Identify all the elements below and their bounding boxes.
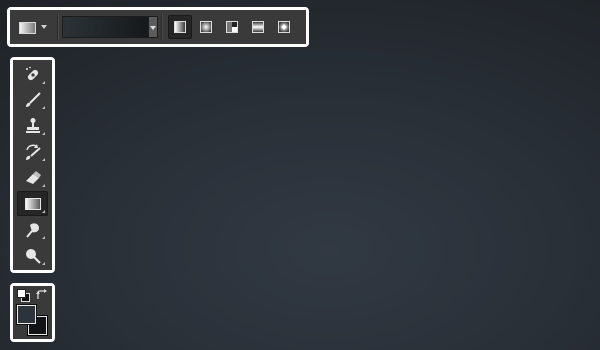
gradient-icon xyxy=(25,198,41,210)
tool-preset-picker[interactable] xyxy=(14,15,52,39)
eraser-icon xyxy=(26,171,41,184)
blur-icon xyxy=(26,223,39,238)
separator xyxy=(57,14,58,40)
submenu-indicator xyxy=(42,158,45,161)
options-bar xyxy=(10,10,306,44)
dodge-tool[interactable] xyxy=(17,243,48,268)
default-colors-icon[interactable] xyxy=(17,289,30,302)
clone-stamp-tool[interactable] xyxy=(17,113,48,138)
linear-gradient-button[interactable] xyxy=(168,15,192,39)
submenu-indicator xyxy=(42,236,45,239)
reflected-gradient-icon xyxy=(252,21,264,33)
submenu-indicator xyxy=(42,184,45,187)
bandage-icon xyxy=(26,66,39,81)
diamond-gradient-button[interactable] xyxy=(272,15,296,39)
angle-gradient-button[interactable] xyxy=(220,15,244,39)
history-brush-tool[interactable] xyxy=(17,139,48,164)
dodge-icon xyxy=(26,249,41,264)
brush-icon xyxy=(26,92,41,107)
gradient-dropdown-button[interactable] xyxy=(148,16,158,38)
radial-gradient-icon xyxy=(200,21,212,33)
chevron-down-icon xyxy=(41,25,47,29)
submenu-indicator xyxy=(42,210,45,213)
foreground-color-swatch[interactable] xyxy=(17,305,36,324)
color-panel xyxy=(13,286,52,339)
gradient-tool[interactable] xyxy=(17,191,48,216)
brush-tool[interactable] xyxy=(17,87,48,112)
submenu-indicator xyxy=(42,132,45,135)
separator xyxy=(161,14,162,40)
angle-gradient-icon xyxy=(226,21,238,33)
swap-colors-icon[interactable] xyxy=(35,288,49,301)
gradient-preset-icon xyxy=(19,22,36,34)
reflected-gradient-button[interactable] xyxy=(246,15,270,39)
radial-gradient-button[interactable] xyxy=(194,15,218,39)
submenu-indicator xyxy=(42,81,45,84)
diamond-gradient-icon xyxy=(278,21,290,33)
stamp-icon xyxy=(26,118,40,133)
gradient-preview[interactable] xyxy=(62,16,148,38)
submenu-indicator xyxy=(42,262,45,265)
linear-gradient-icon xyxy=(174,21,186,33)
tools-panel xyxy=(13,60,52,270)
eraser-tool[interactable] xyxy=(17,165,48,190)
spot-healing-tool[interactable] xyxy=(17,62,48,87)
submenu-indicator xyxy=(42,106,45,109)
blur-tool[interactable] xyxy=(17,217,48,242)
history-brush-icon xyxy=(26,144,41,160)
